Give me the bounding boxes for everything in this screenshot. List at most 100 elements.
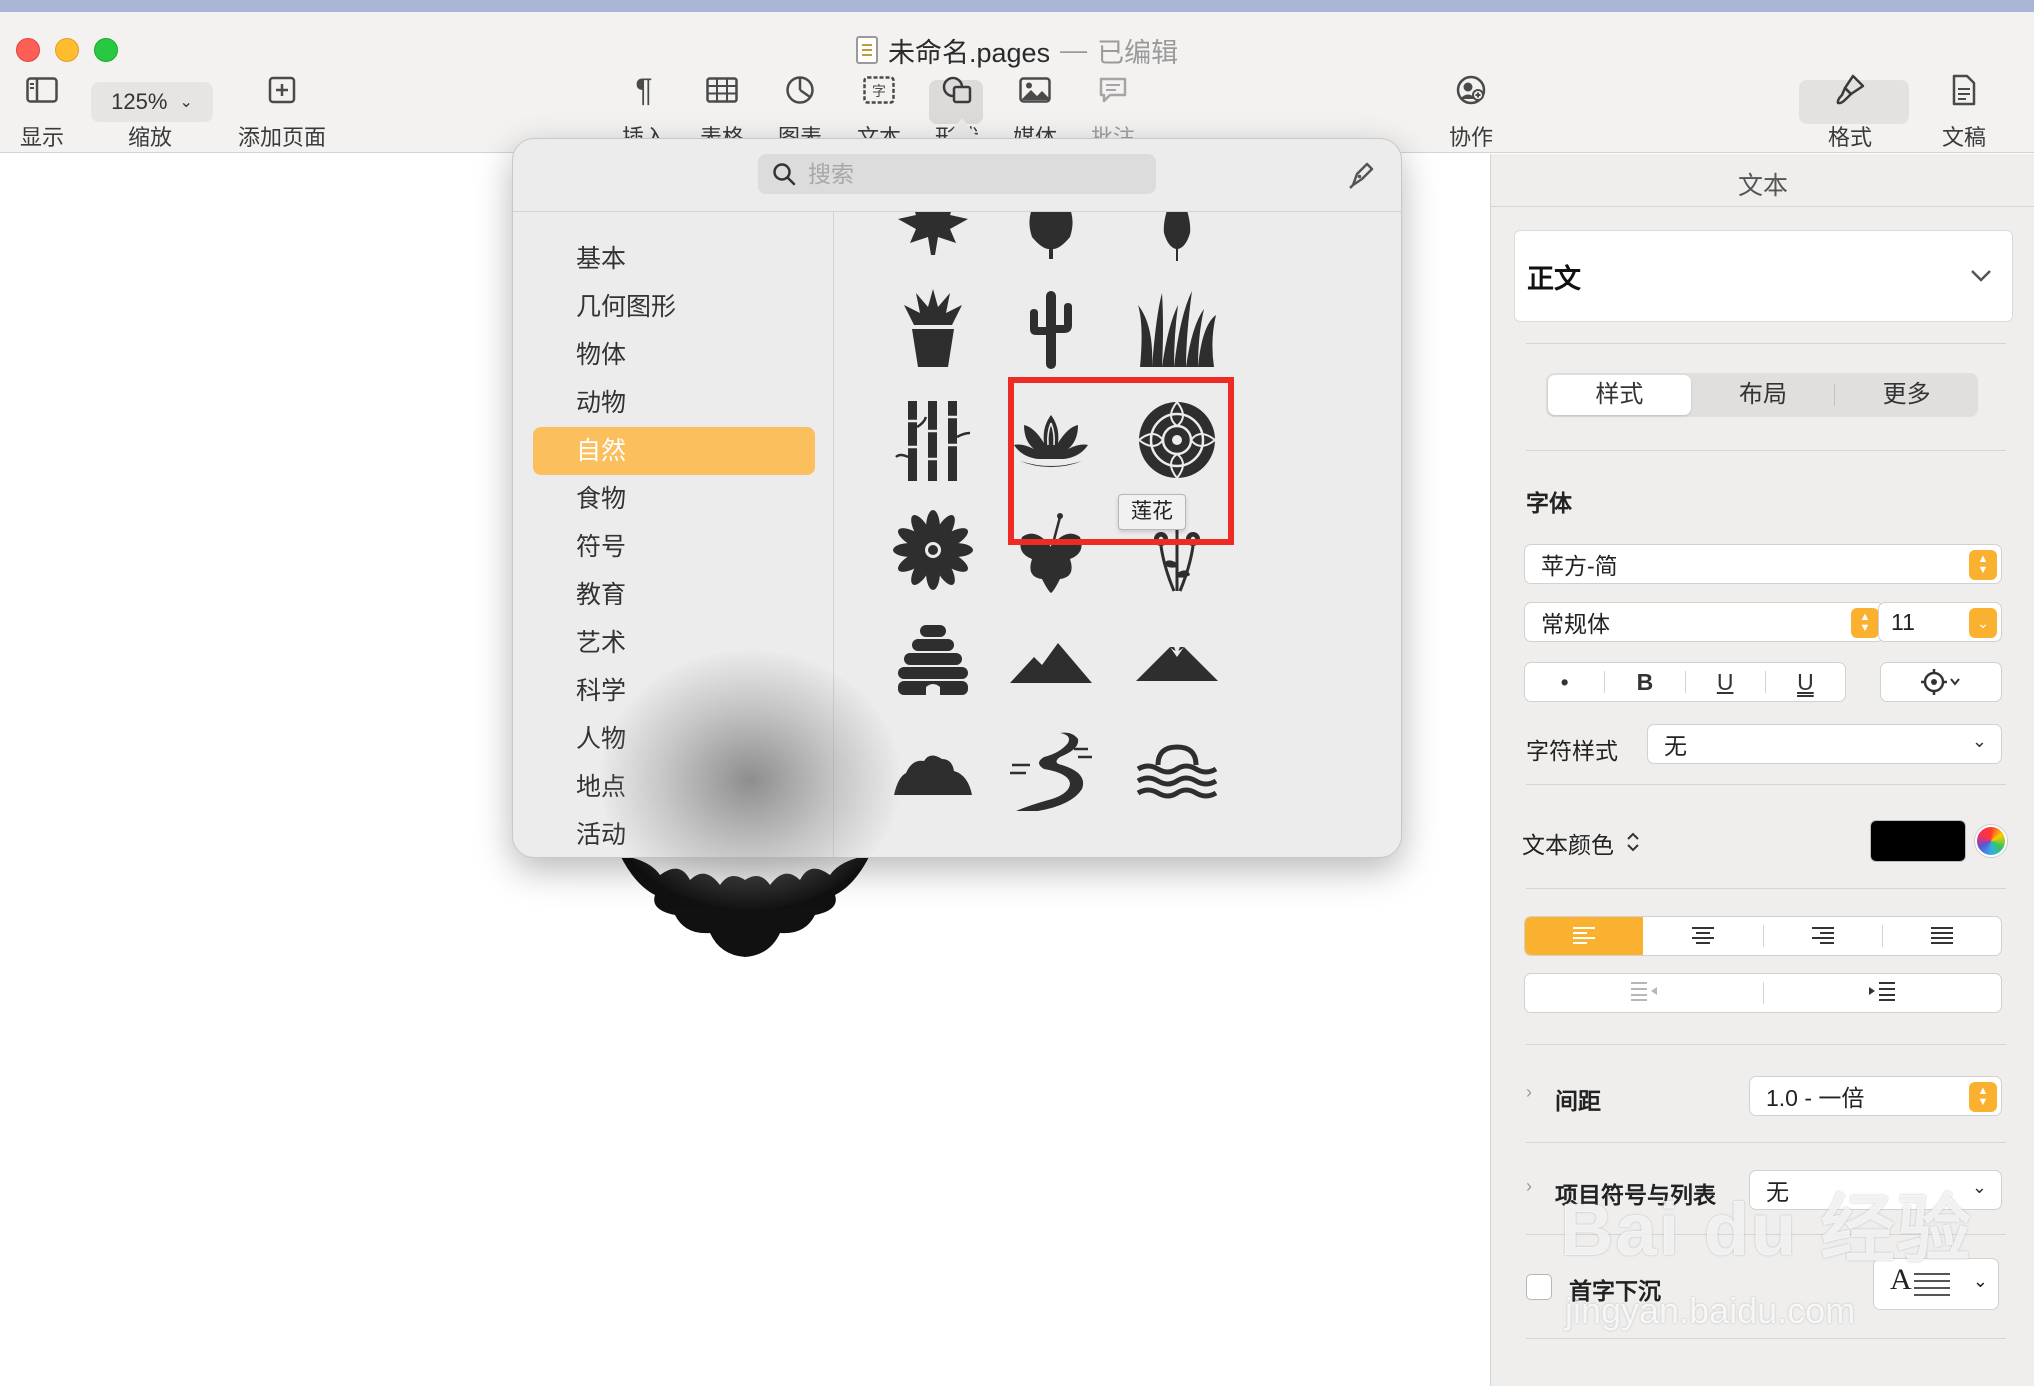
decrease-indent-button[interactable] <box>1525 974 1763 1012</box>
category-people[interactable]: 人物 <box>533 715 815 763</box>
font-size-value: 11 <box>1891 608 1915 635</box>
close-window-button[interactable] <box>16 38 40 62</box>
bullet-button[interactable]: • <box>1525 663 1604 701</box>
bullets-popup[interactable]: 无 ⌄ <box>1749 1170 2002 1210</box>
align-center-button[interactable] <box>1644 917 1762 955</box>
align-left-button[interactable] <box>1525 917 1644 955</box>
align-left-icon <box>1573 927 1596 944</box>
view-button[interactable]: 显示 <box>20 68 64 152</box>
inspector-title-divider <box>1491 206 2034 207</box>
draw-with-pen-icon[interactable] <box>1345 157 1379 191</box>
zoom-window-button[interactable] <box>94 38 118 62</box>
search-input[interactable] <box>808 160 1128 188</box>
divider <box>1526 1234 2006 1235</box>
category-science[interactable]: 科学 <box>533 667 815 715</box>
disclosure-chevron-icon[interactable]: › <box>1526 1176 1532 1197</box>
potted-plant-icon <box>904 289 962 367</box>
spacing-label[interactable]: 间距 <box>1555 1082 1601 1116</box>
shape-teardrop-leaf[interactable] <box>1122 212 1232 270</box>
shape-volcano[interactable] <box>1122 610 1232 710</box>
character-style-popup[interactable]: 无 ⌄ <box>1647 724 2002 764</box>
shape-potted-plant[interactable] <box>878 278 988 378</box>
strikethrough-button[interactable]: U <box>1766 663 1845 701</box>
bullets-lists-label[interactable]: 项目符号与列表 <box>1555 1176 1716 1210</box>
sunset-waves-icon <box>1136 744 1218 799</box>
add-page-button[interactable]: 添加页面 <box>238 68 326 152</box>
format-button[interactable]: 格式 <box>1828 68 1872 152</box>
justify-button[interactable] <box>1883 917 2001 955</box>
minimize-window-button[interactable] <box>55 38 79 62</box>
shape-bamboo[interactable] <box>878 390 988 490</box>
shape-round-leaf[interactable] <box>996 212 1106 270</box>
character-style-label: 字符样式 <box>1526 738 1618 764</box>
divider <box>1526 450 2006 451</box>
shape-beehive[interactable] <box>878 610 988 710</box>
category-nature[interactable]: 自然 <box>533 427 815 475</box>
paragraph-style-value: 正文 <box>1527 263 1581 294</box>
disclosure-chevron-icon[interactable]: › <box>1526 1082 1532 1103</box>
tab-layout[interactable]: 布局 <box>1692 375 1835 415</box>
text-color-label: 文本颜色 <box>1522 832 1614 858</box>
paragraph-style-popup[interactable]: 正文 <box>1514 230 2013 322</box>
color-wheel-icon[interactable] <box>1975 825 2007 857</box>
pages-document-icon <box>856 36 878 64</box>
title-separator: — <box>1060 34 1088 65</box>
category-basic[interactable]: 基本 <box>533 235 815 283</box>
underline-button[interactable]: U <box>1686 663 1765 701</box>
chevron-down-icon: ⌄ <box>1971 1177 1987 1197</box>
collaborate-button[interactable]: 协作 <box>1449 68 1493 152</box>
shape-sunset-waves[interactable] <box>1122 722 1232 822</box>
window-title: 未命名.pages — 已编辑 <box>856 32 1178 68</box>
category-symbols[interactable]: 符号 <box>533 523 815 571</box>
bold-button[interactable]: B <box>1605 663 1684 701</box>
indent-buttons <box>1524 973 2002 1013</box>
edited-status: 已编辑 <box>1097 37 1179 68</box>
document-button[interactable]: 文稿 <box>1942 68 1986 152</box>
category-arts[interactable]: 艺术 <box>533 619 815 667</box>
shape-maple-leaf[interactable] <box>878 212 988 270</box>
shape-river[interactable] <box>996 722 1106 822</box>
category-activities[interactable]: 活动 <box>533 811 815 857</box>
chevron-down-icon: ⌄ <box>1969 608 1997 638</box>
spacing-popup[interactable]: 1.0 - 一倍 ▲ ▼ <box>1749 1076 2002 1116</box>
grass-icon <box>1138 291 1216 367</box>
font-size-field[interactable]: 11 ⌄ <box>1878 602 2002 642</box>
increase-indent-button[interactable] <box>1764 974 2002 1012</box>
advanced-options-button[interactable] <box>1880 662 2002 702</box>
tab-style[interactable]: 样式 <box>1548 375 1691 415</box>
comment-icon <box>1098 68 1128 112</box>
font-family-popup[interactable]: 苹方-简 ▲ ▼ <box>1524 544 2002 584</box>
category-education[interactable]: 教育 <box>533 571 815 619</box>
shape-library-popover: 基本 几何图形 物体 动物 自然 食物 符号 教育 艺术 科学 人物 地点 活动 <box>512 138 1402 858</box>
shape-grass[interactable] <box>1122 278 1232 378</box>
category-food[interactable]: 食物 <box>533 475 815 523</box>
drop-cap-style-popup[interactable]: A ⌄ <box>1873 1258 1999 1310</box>
shape-hill[interactable] <box>878 722 988 822</box>
category-list: 基本 几何图形 物体 动物 自然 食物 符号 教育 艺术 科学 人物 地点 活动 <box>533 235 815 857</box>
document-label: 文稿 <box>1942 125 1987 150</box>
shape-cactus[interactable] <box>996 278 1106 378</box>
svg-text:字: 字 <box>872 84 886 100</box>
category-objects[interactable]: 物体 <box>533 331 815 379</box>
zoom-label: 缩放 <box>128 125 173 150</box>
collaborate-label: 协作 <box>1449 125 1494 150</box>
category-geometry[interactable]: 几何图形 <box>533 283 815 331</box>
category-animals[interactable]: 动物 <box>533 379 815 427</box>
paintbrush-icon <box>1835 68 1865 112</box>
shape-daisy[interactable] <box>878 500 988 600</box>
tab-more[interactable]: 更多 <box>1835 375 1978 415</box>
inspector-tabs: 样式 布局 更多 <box>1546 373 1978 417</box>
font-style-popup[interactable]: 常规体 ▲ ▼ <box>1524 602 1884 642</box>
volcano-icon <box>1136 647 1218 681</box>
text-color-well[interactable] <box>1870 820 1966 862</box>
shape-search-field[interactable] <box>758 154 1156 194</box>
align-right-button[interactable] <box>1764 917 1882 955</box>
daisy-icon <box>893 510 973 590</box>
drop-cap-checkbox[interactable] <box>1526 1274 1552 1300</box>
inserted-lotus-shape[interactable] <box>620 845 870 965</box>
shape-mountains[interactable] <box>996 610 1106 710</box>
updown-chevron-icon[interactable] <box>1625 830 1641 854</box>
category-places[interactable]: 地点 <box>533 763 815 811</box>
divider <box>1526 1142 2006 1143</box>
river-icon <box>1010 732 1092 811</box>
